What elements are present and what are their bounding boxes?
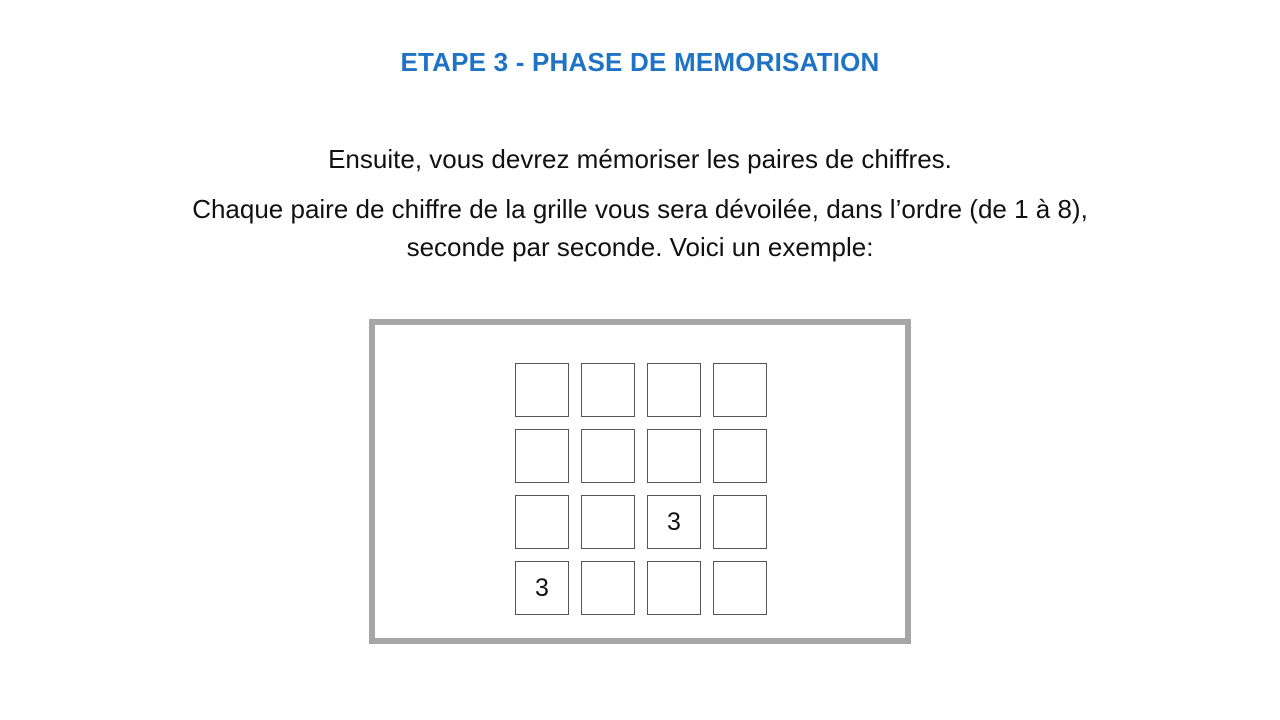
- grid-cell-r4-c1: 3: [515, 561, 569, 615]
- memory-grid: 33: [515, 363, 767, 615]
- instructions: Ensuite, vous devrez mémoriser les paire…: [140, 140, 1140, 266]
- grid-cell-r1-c1: [515, 363, 569, 417]
- grid-cell-r4-c3: [647, 561, 701, 615]
- grid-cell-r2-c4: [713, 429, 767, 483]
- grid-cell-r2-c2: [581, 429, 635, 483]
- grid-cell-r3-c1: [515, 495, 569, 549]
- instruction-line-2: Chaque paire de chiffre de la grille vou…: [192, 194, 1088, 262]
- grid-cell-r3-c4: [713, 495, 767, 549]
- grid-cell-r2-c1: [515, 429, 569, 483]
- grid-cell-r1-c2: [581, 363, 635, 417]
- grid-cell-r3-c3: 3: [647, 495, 701, 549]
- instruction-line-1: Ensuite, vous devrez mémoriser les paire…: [328, 144, 952, 174]
- slide-title: ETAPE 3 - PHASE DE MEMORISATION: [400, 47, 880, 77]
- grid-cell-r3-c2: [581, 495, 635, 549]
- grid-cell-r4-c4: [713, 561, 767, 615]
- example-grid-frame: 33: [369, 319, 911, 644]
- grid-cell-r4-c2: [581, 561, 635, 615]
- grid-cell-r1-c4: [713, 363, 767, 417]
- grid-cell-r2-c3: [647, 429, 701, 483]
- grid-cell-r1-c3: [647, 363, 701, 417]
